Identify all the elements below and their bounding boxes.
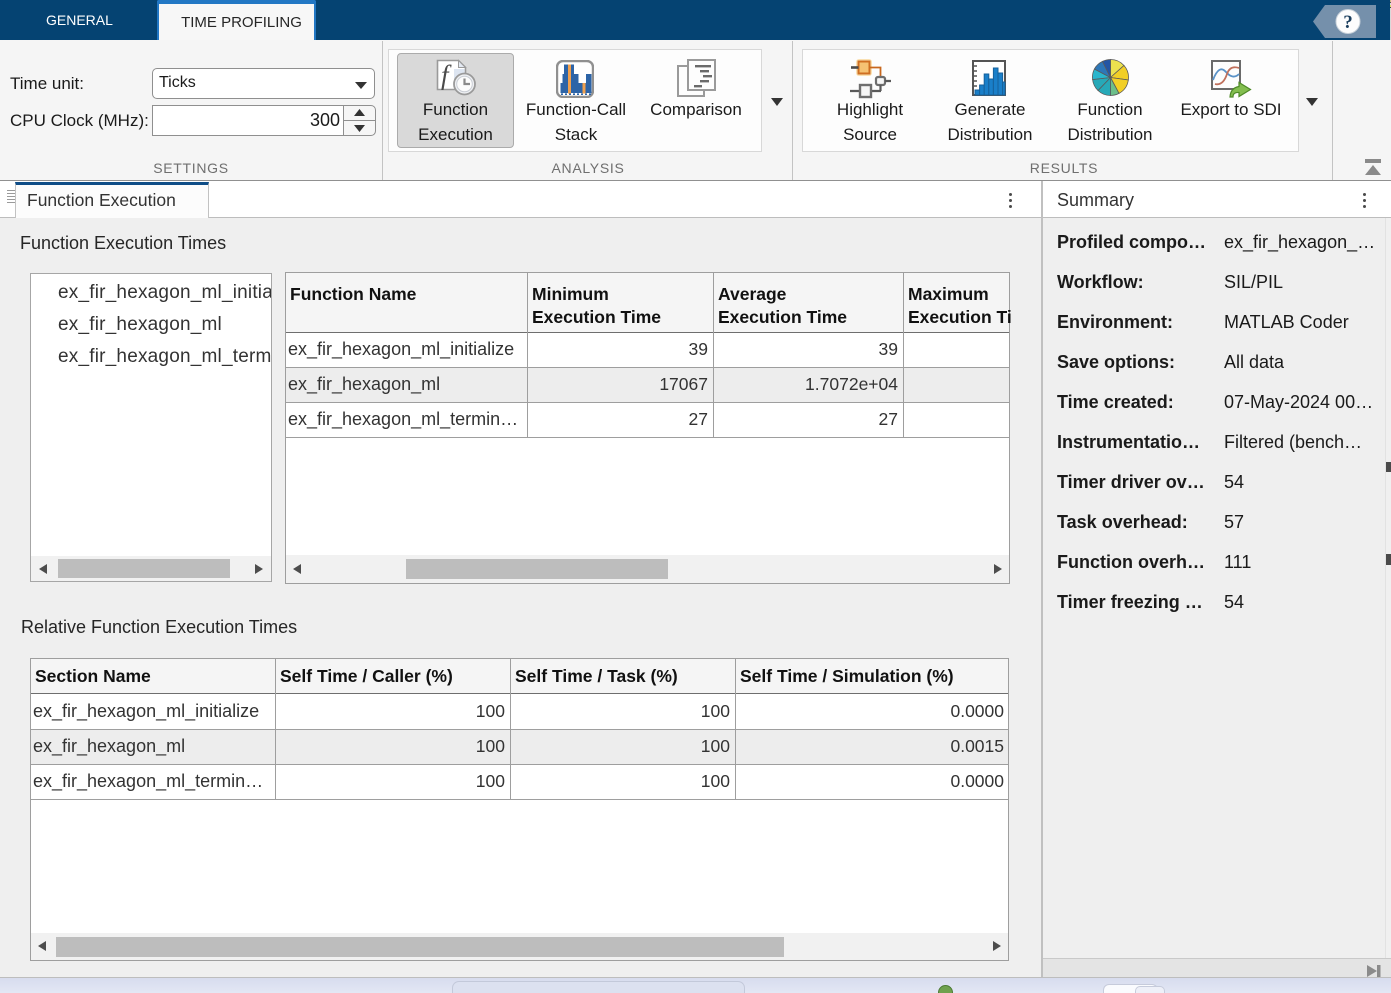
svg-text:?: ?: [1343, 12, 1353, 33]
